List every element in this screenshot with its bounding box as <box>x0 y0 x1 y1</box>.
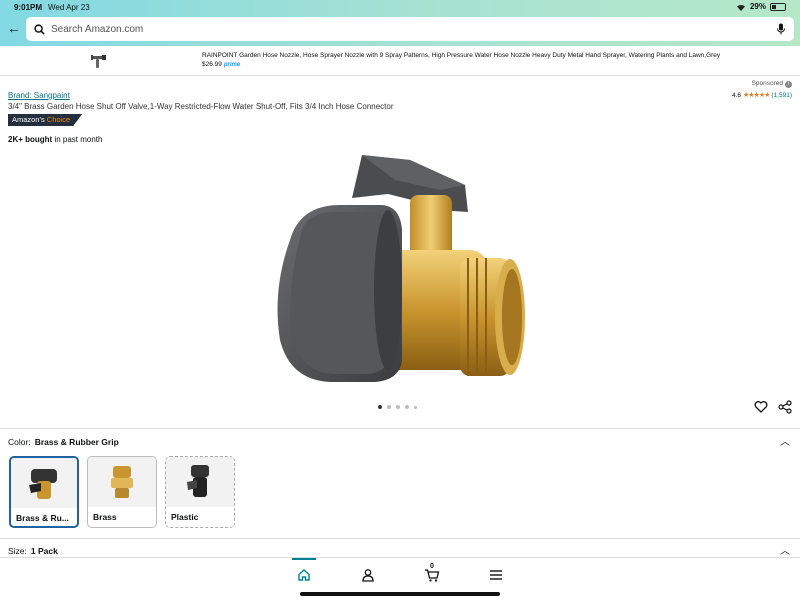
size-selected: 1 Pack <box>30 546 58 556</box>
ad-title[interactable]: RAINPOINT Garden Hose Nozzle, Hose Spray… <box>202 52 762 59</box>
battery-percent: 29% <box>749 2 766 11</box>
chevron-up-icon[interactable]: ︿ <box>780 542 790 557</box>
star-rating-icon: ★★★★★ <box>743 92 770 99</box>
carousel-dot[interactable] <box>414 405 417 409</box>
badge-text-2: Choice <box>46 115 71 124</box>
amazons-choice-badge: Amazon's Choice <box>8 114 83 126</box>
search-bar[interactable]: Search Amazon.com <box>26 17 794 41</box>
divider <box>0 538 800 539</box>
account-icon[interactable] <box>358 566 378 584</box>
color-option-label: Plastic <box>171 512 199 522</box>
sponsored-label: Sponsored i <box>752 80 792 88</box>
hose-nozzle-thumbnail <box>91 55 106 68</box>
chevron-up-icon[interactable]: ︿ <box>780 433 790 448</box>
info-icon[interactable]: i <box>785 81 792 88</box>
header-bar: 9:01PM Wed Apr 23 29% ← Search Amazon.co… <box>0 0 800 46</box>
menu-icon[interactable] <box>486 566 506 584</box>
color-option-label: Brass & Ru... <box>16 513 69 523</box>
status-time: 9:01PM <box>14 3 43 12</box>
divider <box>0 428 800 429</box>
prime-badge: prime <box>223 62 241 68</box>
rating-summary[interactable]: 4.6 ★★★★★ (1,591) <box>731 91 792 100</box>
back-arrow-icon[interactable]: ← <box>6 20 22 36</box>
brass-valve-icon <box>111 466 133 498</box>
sponsored-ad-banner[interactable]: RAINPOINT Garden Hose Nozzle, Hose Spray… <box>0 46 800 76</box>
brass-rubber-valve-icon <box>29 469 57 499</box>
size-selector-header[interactable]: Size: 1 Pack <box>8 546 58 556</box>
product-title: 3/4" Brass Garden Hose Shut Off Valve,1-… <box>8 102 394 111</box>
cart-icon[interactable]: 0 <box>422 563 442 584</box>
carousel-dot[interactable] <box>396 405 400 409</box>
carousel-dot[interactable] <box>378 405 382 409</box>
brand-link[interactable]: Brand: Sangpaint <box>8 91 70 100</box>
color-selected: Brass & Rubber Grip <box>34 437 119 447</box>
image-carousel-dots[interactable] <box>378 405 417 409</box>
swatch-image <box>88 457 156 507</box>
ad-price: $26.99 <box>202 61 222 68</box>
search-icon <box>34 23 45 35</box>
rating-value: 4.6 <box>731 91 741 99</box>
color-option-plastic[interactable]: Plastic <box>165 456 235 528</box>
wifi-icon <box>736 4 745 11</box>
carousel-dot[interactable] <box>405 405 409 409</box>
carousel-dot[interactable] <box>387 405 391 409</box>
sponsored-text: Sponsored <box>751 80 783 87</box>
plastic-valve-icon <box>187 465 209 497</box>
swatch-image <box>166 457 234 507</box>
home-icon[interactable] <box>294 566 314 584</box>
search-input[interactable]: Search Amazon.com <box>51 24 776 35</box>
status-date: Wed Apr 23 <box>48 3 90 12</box>
status-bar: 9:01PM Wed Apr 23 29% <box>0 0 800 14</box>
bought-count: 2K+ bought in past month <box>8 135 102 144</box>
cart-count: 0 <box>430 563 434 570</box>
microphone-icon[interactable] <box>776 23 786 35</box>
share-icon[interactable] <box>778 400 792 414</box>
active-tab-indicator <box>292 558 316 560</box>
heart-icon[interactable] <box>754 400 768 414</box>
ad-price-row: $26.99 prime <box>202 61 240 68</box>
color-option-brass-rubber[interactable]: Brass & Ru... <box>9 456 79 528</box>
color-label: Color: <box>8 437 31 447</box>
color-selector-header[interactable]: Color: Brass & Rubber Grip <box>8 437 119 447</box>
battery-icon <box>770 2 786 11</box>
rating-count[interactable]: (1,591) <box>771 92 792 99</box>
bought-count-rest: in past month <box>52 135 103 144</box>
badge-text-1: Amazon's <box>12 115 45 124</box>
color-option-label: Brass <box>93 512 117 522</box>
product-image[interactable] <box>270 150 530 390</box>
color-option-brass[interactable]: Brass <box>87 456 157 528</box>
status-right: 29% <box>736 2 786 11</box>
size-label: Size: <box>8 546 27 556</box>
home-indicator <box>300 592 500 596</box>
swatch-image <box>11 458 77 508</box>
bought-count-bold: 2K+ bought <box>8 135 53 144</box>
